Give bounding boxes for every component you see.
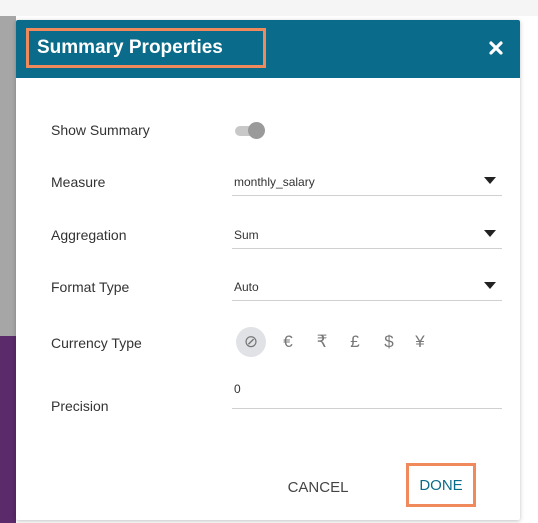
currency-type-label: Currency Type [51, 335, 142, 351]
backdrop-left-panel [0, 16, 16, 336]
aggregation-label: Aggregation [51, 227, 127, 243]
rupee-icon: ₹ [316, 332, 328, 351]
aggregation-select[interactable]: Sum [232, 221, 502, 249]
euro-icon: € [283, 332, 293, 351]
show-summary-toggle[interactable] [235, 121, 267, 141]
close-icon [489, 41, 503, 55]
currency-dollar-option[interactable]: $ [374, 327, 404, 357]
currency-yen-option[interactable]: ¥ [405, 327, 435, 357]
format-type-select[interactable]: Auto [232, 273, 502, 301]
precision-input[interactable]: 0 [232, 376, 502, 409]
dialog-header: Summary Properties [16, 20, 520, 78]
precision-value: 0 [234, 382, 241, 396]
toggle-knob [248, 122, 265, 139]
chevron-down-icon [484, 230, 496, 237]
measure-label: Measure [51, 174, 106, 190]
currency-euro-option[interactable]: € [273, 327, 303, 357]
show-summary-label: Show Summary [51, 122, 150, 138]
chevron-down-icon [484, 282, 496, 289]
currency-pound-option[interactable]: £ [340, 327, 370, 357]
format-type-value: Auto [234, 280, 259, 294]
pound-icon: £ [350, 332, 360, 351]
dialog-title-highlight: Summary Properties [26, 28, 266, 68]
chevron-down-icon [484, 177, 496, 184]
dialog-title: Summary Properties [37, 37, 223, 58]
summary-properties-dialog: Summary Properties Show Summary Measure … [16, 20, 520, 520]
backdrop-right-strip [522, 16, 538, 523]
measure-select[interactable]: monthly_salary [232, 168, 502, 196]
measure-value: monthly_salary [234, 175, 315, 189]
cancel-button[interactable]: CANCEL [278, 474, 358, 500]
aggregation-value: Sum [234, 228, 259, 242]
currency-rupee-option[interactable]: ₹ [307, 327, 337, 357]
dollar-icon: $ [384, 332, 394, 351]
backdrop-top [0, 0, 538, 16]
yen-icon: ¥ [415, 332, 425, 351]
backdrop-purple-panel [0, 336, 16, 523]
format-type-label: Format Type [51, 279, 130, 295]
close-button[interactable] [482, 34, 510, 62]
precision-label: Precision [51, 398, 109, 414]
no-currency-icon: ⊘ [243, 332, 259, 351]
done-button[interactable]: DONE [406, 463, 476, 507]
currency-none-option[interactable]: ⊘ [236, 327, 266, 357]
